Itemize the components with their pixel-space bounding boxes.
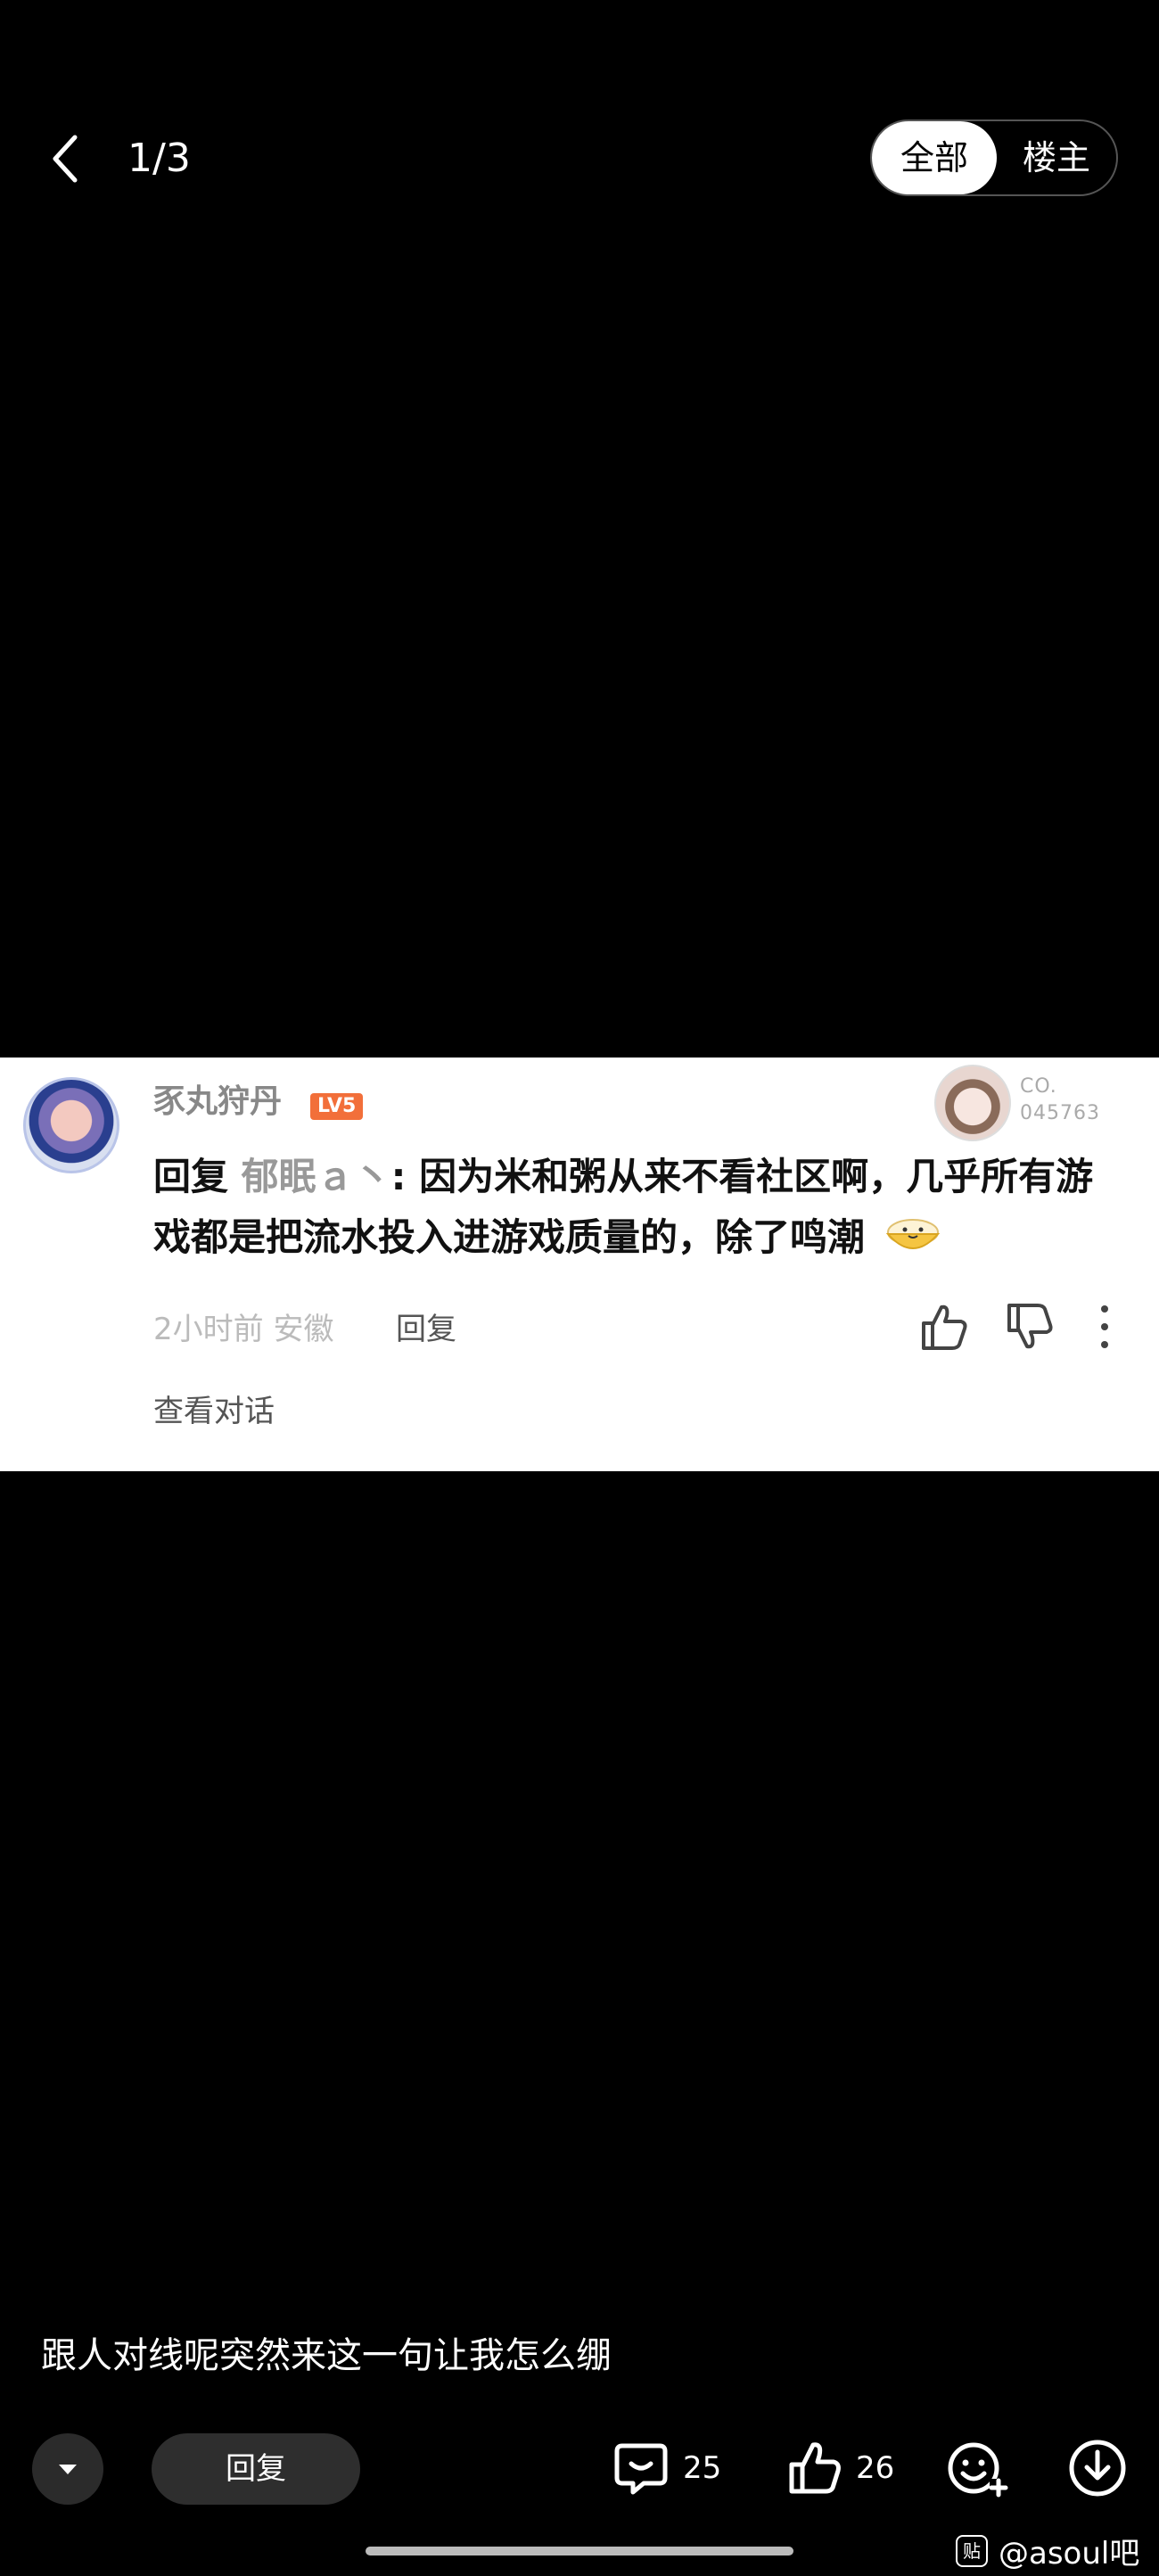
collapse-button[interactable] [32,2433,103,2505]
tieba-logo-icon: 贴 [956,2534,988,2567]
comments-button[interactable]: 25 [613,2436,721,2500]
reply-button[interactable]: 回复 [152,2433,360,2505]
like-count: 26 [856,2450,895,2486]
home-indicator[interactable] [366,2547,793,2555]
comment-time-location: 2小时前 安徽 [153,1312,334,1347]
filter-segmented-control: 全部 楼主 [870,119,1118,196]
top-bar: 1/3 全部 楼主 [0,0,1159,321]
like-button[interactable]: 26 [786,2436,894,2500]
thumbs-down-icon [1007,1304,1053,1349]
download-icon[interactable] [1068,2434,1127,2498]
comment-bubble-icon [614,2443,668,2495]
fan-badge-avatar [934,1065,1011,1141]
page-counter: 1/3 [127,136,191,181]
reply-prefix: 回复 [153,1155,229,1198]
more-vertical-icon [1101,1305,1108,1348]
tab-original-poster[interactable]: 楼主 [997,121,1116,194]
caret-down-icon [59,2465,77,2474]
fan-badge-code-line1: CO. [1020,1075,1057,1098]
back-button[interactable] [43,125,87,193]
view-conversation-link: 查看对话 [153,1394,275,1429]
username: 豕丸狩丹 [153,1083,283,1120]
tab-all[interactable]: 全部 [872,121,997,194]
thumbs-up-icon [922,1304,967,1350]
screenshot-comment-card[interactable]: 豕丸狩丹 LV5 CO. 045763 回复 郁眠ａ丶: 因为米和粥从来不看社区… [0,1058,1159,1471]
emoji-add-icon[interactable] [945,2434,1009,2498]
comment-text: 回复 郁眠ａ丶: 因为米和粥从来不看社区啊，几乎所有游戏都是把流水投入进游戏质量… [153,1147,1116,1268]
rice-bowl-emoji-icon [885,1219,940,1249]
comment-count: 25 [683,2450,722,2486]
fan-badge-code-line2: 045763 [1020,1102,1100,1124]
level-badge: LV5 [310,1093,364,1120]
post-caption: 跟人对线呢突然来这一句让我怎么绷 [41,2335,612,2376]
watermark-text: @asoul吧 [999,2536,1140,2572]
reply-target-username: 郁眠ａ丶 [241,1155,391,1198]
comment-reply-link: 回复 [396,1312,456,1347]
avatar [23,1077,119,1173]
watermark: 贴 @asoul吧 [956,2529,1139,2572]
thumbs-up-icon [789,2442,841,2494]
fan-badge-code: CO. 045763 [1020,1074,1100,1127]
chevron-left-icon [53,135,78,183]
